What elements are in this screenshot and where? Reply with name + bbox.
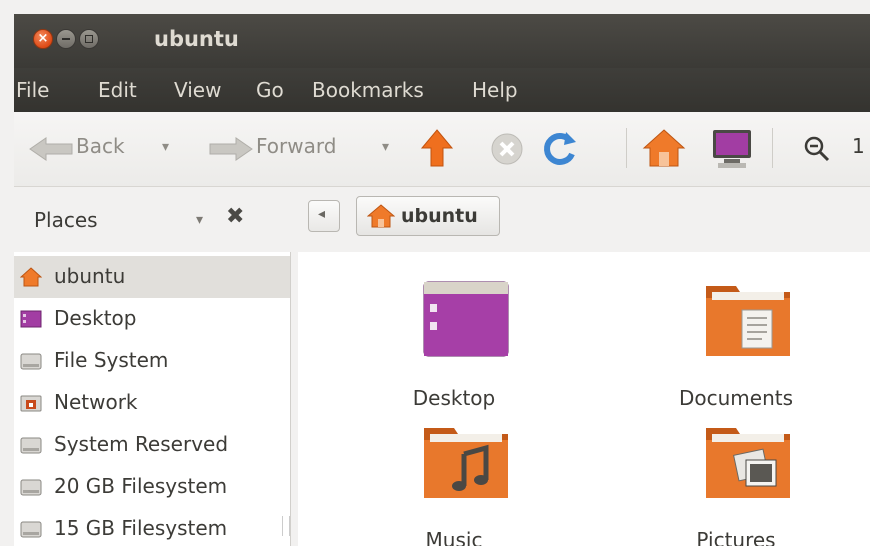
places-sidebar: ubuntu Desktop File System Network Syste…: [14, 252, 291, 546]
forward-button[interactable]: Forward: [256, 134, 336, 158]
forward-arrow-icon[interactable]: [208, 136, 254, 162]
desktop-icon: [20, 310, 42, 328]
file-item-pictures[interactable]: Pictures: [636, 422, 836, 546]
sidebar-item-label: 20 GB Filesystem: [54, 474, 228, 498]
file-item-label: Pictures: [696, 528, 776, 546]
menu-edit[interactable]: Edit: [98, 78, 137, 102]
desktop-folder-icon: [423, 281, 509, 357]
sidebar-item-label: Desktop: [54, 306, 137, 330]
back-history-dropdown-icon[interactable]: ▾: [162, 139, 169, 155]
computer-icon[interactable]: [710, 128, 754, 170]
forward-history-dropdown-icon[interactable]: ▾: [382, 139, 389, 155]
sidebar-header: Places ▾ ✖: [14, 186, 290, 252]
sidebar-item-file-system[interactable]: File System: [14, 340, 290, 382]
toolbar-separator: [772, 128, 773, 168]
breadcrumb-home[interactable]: ubuntu: [356, 196, 500, 236]
path-bar: ◂ ubuntu: [290, 186, 870, 252]
file-view: Desktop Documents Music Pictures: [298, 252, 870, 546]
back-arrow-icon[interactable]: [28, 136, 74, 162]
sidebar-item-label: Network: [54, 390, 138, 414]
file-item-label: Music: [425, 528, 483, 546]
drive-icon: [20, 437, 42, 454]
file-item-music[interactable]: Music: [354, 422, 554, 546]
home-icon[interactable]: [642, 128, 686, 168]
stop-icon[interactable]: [490, 132, 524, 166]
places-selector[interactable]: Places: [34, 208, 98, 232]
back-button[interactable]: Back: [76, 134, 125, 158]
toolbar-separator: [626, 128, 627, 168]
minimize-window-button[interactable]: [56, 29, 76, 49]
menu-bookmarks[interactable]: Bookmarks: [312, 78, 424, 102]
close-sidebar-icon[interactable]: ✖: [226, 204, 244, 229]
documents-folder-icon: [706, 286, 790, 356]
drive-icon: [20, 479, 42, 496]
menu-go[interactable]: Go: [256, 78, 284, 102]
sidebar-item-system-reserved[interactable]: System Reserved: [14, 424, 290, 466]
sidebar-item-label: ubuntu: [54, 264, 126, 288]
file-manager-window: × ubuntu File Edit View Go Bookmarks Hel…: [0, 0, 870, 546]
file-item-desktop[interactable]: Desktop: [354, 280, 554, 410]
drive-icon: [20, 521, 42, 538]
menu-file[interactable]: File: [16, 78, 49, 102]
file-item-documents[interactable]: Documents: [636, 280, 836, 410]
file-item-label: Documents: [678, 386, 794, 410]
up-arrow-icon[interactable]: [420, 128, 454, 168]
sidebar-item-ubuntu[interactable]: ubuntu: [14, 256, 290, 298]
home-icon: [20, 267, 42, 287]
zoom-out-icon[interactable]: [804, 136, 830, 162]
sidebar-item-20gb-filesystem[interactable]: 20 GB Filesystem: [14, 466, 290, 508]
path-scroll-left-button[interactable]: ◂: [308, 200, 340, 232]
sidebar-item-label: System Reserved: [54, 432, 229, 456]
menu-view[interactable]: View: [174, 78, 221, 102]
menu-help[interactable]: Help: [472, 78, 518, 102]
close-window-button[interactable]: ×: [33, 29, 53, 49]
zoom-level[interactable]: 1: [852, 134, 865, 158]
window-title: ubuntu: [154, 27, 239, 51]
sidebar-item-desktop[interactable]: Desktop: [14, 298, 290, 340]
home-icon: [367, 204, 395, 228]
places-dropdown-icon[interactable]: ▾: [196, 212, 203, 228]
maximize-window-button[interactable]: [79, 29, 99, 49]
sidebar-item-15gb-filesystem[interactable]: 15 GB Filesystem: [14, 508, 290, 546]
network-icon: [20, 395, 42, 412]
file-item-label: Desktop: [412, 386, 496, 410]
toolbar: Back ▾ Forward ▾ 1: [14, 112, 870, 187]
drive-icon: [20, 353, 42, 370]
breadcrumb-label: ubuntu: [401, 205, 478, 227]
sidebar-item-label: 15 GB Filesystem: [54, 516, 228, 540]
menu-bar: File Edit View Go Bookmarks Help: [14, 68, 870, 112]
chevron-left-icon: ◂: [318, 206, 326, 222]
title-bar[interactable]: × ubuntu: [14, 14, 870, 68]
sidebar-resize-handle[interactable]: [282, 516, 290, 536]
reload-icon[interactable]: [540, 130, 578, 168]
sidebar-item-network[interactable]: Network: [14, 382, 290, 424]
sidebar-item-label: File System: [54, 348, 169, 372]
pictures-folder-icon: [706, 428, 790, 498]
music-folder-icon: [424, 428, 508, 498]
